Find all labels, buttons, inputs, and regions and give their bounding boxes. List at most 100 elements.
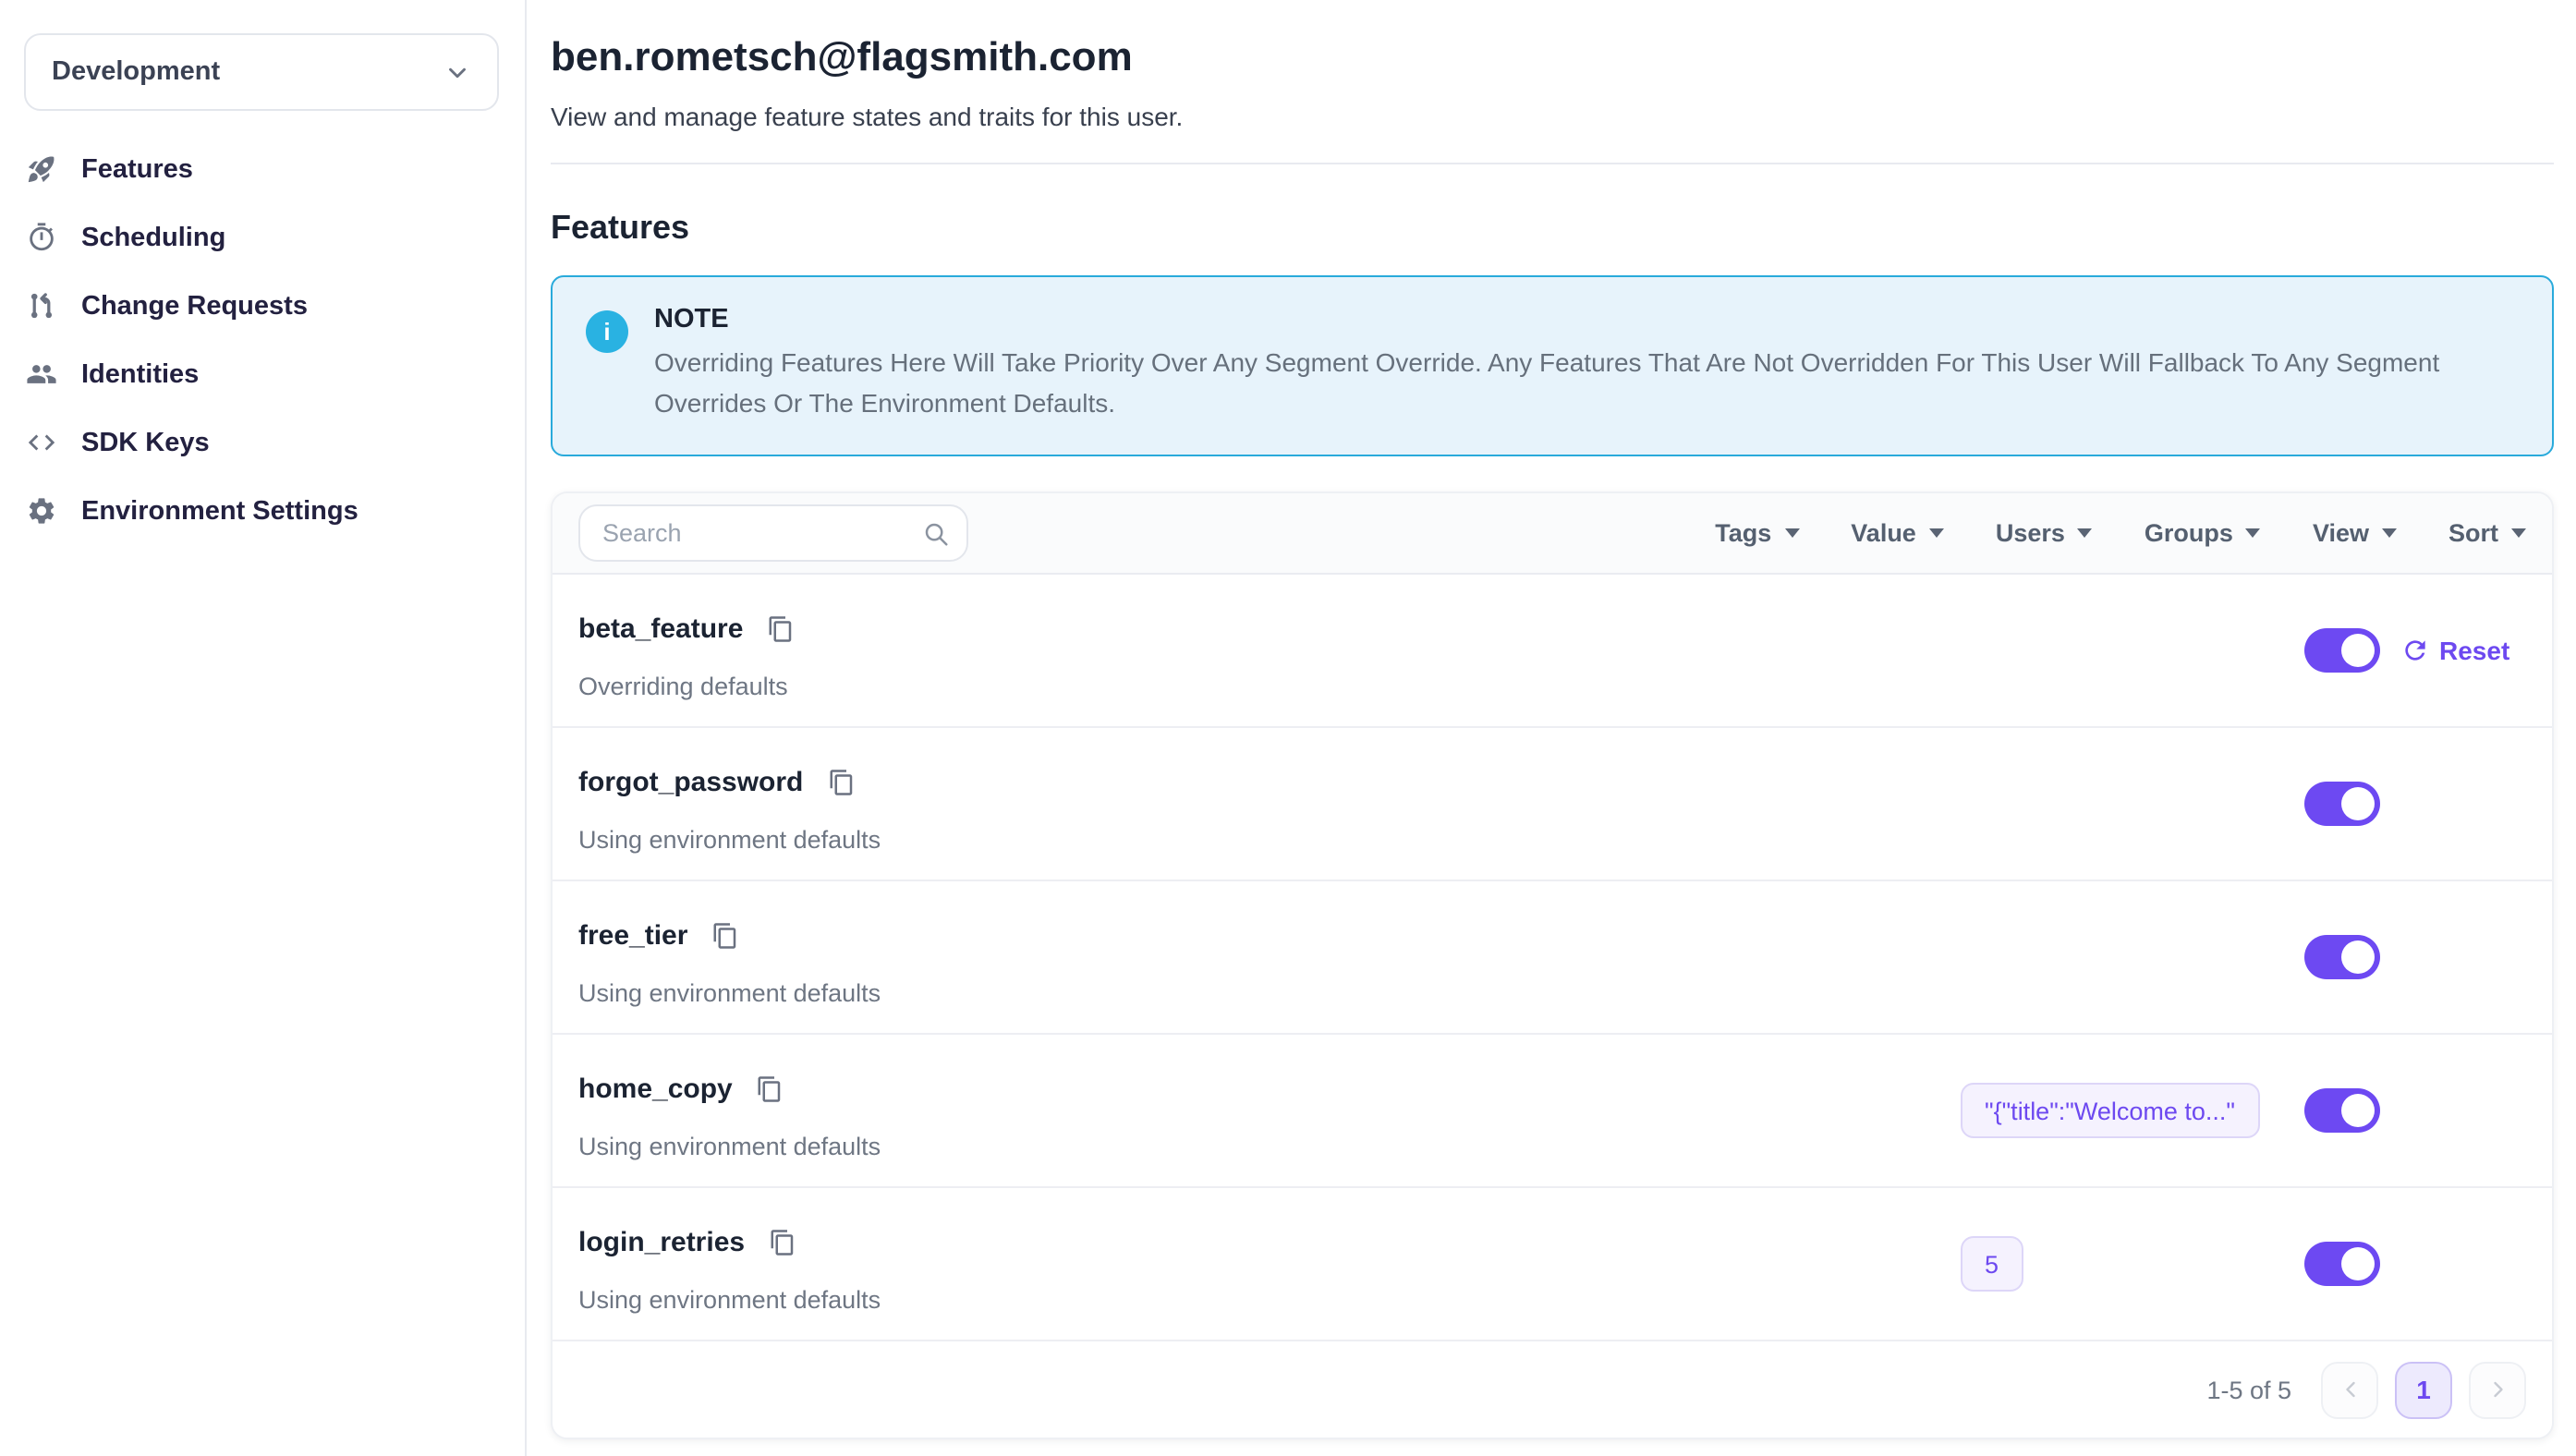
caret-down-icon — [2511, 528, 2526, 538]
toggle-knob — [2341, 787, 2375, 820]
sidebar-nav: Features Scheduling Change Requests — [24, 135, 499, 545]
environment-select[interactable]: Development — [24, 33, 499, 111]
feature-toggle[interactable] — [2304, 935, 2380, 979]
pagination: 1-5 of 5 1 — [553, 1341, 2552, 1438]
pagination-page-1-button[interactable]: 1 — [2395, 1361, 2452, 1418]
filter-label: Value — [1851, 519, 1916, 547]
feature-value-chip[interactable]: "{"title":"Welcome to..." — [1961, 1083, 2259, 1138]
feature-status: Using environment defaults — [578, 826, 881, 854]
feature-status: Using environment defaults — [578, 1286, 881, 1314]
feature-toggle[interactable] — [2304, 628, 2380, 673]
chevron-left-icon — [2337, 1377, 2363, 1402]
features-heading: Features — [551, 209, 2554, 248]
feature-toggle[interactable] — [2304, 1242, 2380, 1286]
sidebar-item-change-requests[interactable]: Change Requests — [24, 272, 499, 340]
sidebar-item-environment-settings[interactable]: Environment Settings — [24, 477, 499, 545]
features-panel: Tags Value Users Groups View Sort beta_f… — [551, 491, 2554, 1439]
caret-down-icon — [1929, 528, 1944, 538]
copy-icon[interactable] — [827, 769, 855, 796]
filter-label: View — [2313, 519, 2369, 547]
filters: Tags Value Users Groups View Sort — [1715, 519, 2526, 547]
toggle-knob — [2341, 1247, 2375, 1280]
feature-name: free_tier — [578, 920, 687, 952]
caret-down-icon — [2382, 528, 2397, 538]
reset-label: Reset — [2439, 636, 2509, 665]
page-title: ben.rometsch@flagsmith.com — [551, 33, 2554, 81]
stopwatch-icon — [24, 221, 57, 254]
sidebar-item-label: Identities — [81, 359, 199, 389]
search-wrap — [578, 504, 968, 562]
note-banner: i NOTE Overriding Features Here Will Tak… — [551, 275, 2554, 456]
filter-label: Sort — [2448, 519, 2498, 547]
feature-name: forgot_password — [578, 767, 803, 798]
sidebar-item-identities[interactable]: Identities — [24, 340, 499, 408]
feature-row-forgot-password[interactable]: forgot_password Using environment defaul… — [553, 728, 2552, 881]
sidebar: Development Features Scheduling — [0, 0, 527, 1456]
sidebar-item-label: Scheduling — [81, 223, 225, 252]
feature-toggle[interactable] — [2304, 782, 2380, 826]
features-toolbar: Tags Value Users Groups View Sort — [553, 493, 2552, 575]
filter-users[interactable]: Users — [1996, 519, 2093, 547]
feature-row-login-retries[interactable]: login_retries Using environment defaults… — [553, 1188, 2552, 1341]
feature-toggle[interactable] — [2304, 1088, 2380, 1133]
feature-status: Using environment defaults — [578, 979, 881, 1007]
copy-icon[interactable] — [767, 615, 795, 643]
feature-name: login_retries — [578, 1227, 745, 1258]
filter-value[interactable]: Value — [1851, 519, 1944, 547]
caret-down-icon — [1784, 528, 1799, 538]
filter-tags[interactable]: Tags — [1715, 519, 1799, 547]
feature-row-free-tier[interactable]: free_tier Using environment defaults — [553, 881, 2552, 1035]
sidebar-item-label: Change Requests — [81, 291, 308, 321]
filter-sort[interactable]: Sort — [2448, 519, 2526, 547]
pagination-range: 1-5 of 5 — [2206, 1376, 2291, 1403]
caret-down-icon — [2078, 528, 2093, 538]
chevron-down-icon — [444, 58, 471, 86]
reset-button[interactable]: Reset — [2400, 636, 2509, 665]
pagination-prev-button[interactable] — [2321, 1361, 2378, 1418]
page-subtitle: View and manage feature states and trait… — [551, 102, 2554, 131]
filter-view[interactable]: View — [2313, 519, 2397, 547]
sidebar-item-label: Features — [81, 154, 193, 184]
people-icon — [24, 358, 57, 391]
gear-icon — [24, 494, 57, 528]
copy-icon[interactable] — [711, 922, 739, 950]
code-icon — [24, 426, 57, 459]
feature-row-home-copy[interactable]: home_copy Using environment defaults "{"… — [553, 1035, 2552, 1188]
copy-icon[interactable] — [769, 1229, 796, 1256]
note-title: NOTE — [654, 305, 2517, 334]
feature-row-beta-feature[interactable]: beta_feature Overriding defaults Reset — [553, 575, 2552, 728]
feature-name: home_copy — [578, 1074, 733, 1105]
toggle-knob — [2341, 634, 2375, 667]
environment-select-value: Development — [52, 57, 220, 87]
sidebar-item-sdk-keys[interactable]: SDK Keys — [24, 408, 499, 477]
pull-request-icon — [24, 289, 57, 322]
filter-label: Tags — [1715, 519, 1771, 547]
app: Development Features Scheduling — [0, 0, 2576, 1456]
toggle-knob — [2341, 1094, 2375, 1127]
main-content: ben.rometsch@flagsmith.com View and mana… — [527, 0, 2576, 1456]
sidebar-item-scheduling[interactable]: Scheduling — [24, 203, 499, 272]
filter-label: Groups — [2145, 519, 2233, 547]
caret-down-icon — [2246, 528, 2261, 538]
divider — [551, 163, 2554, 164]
refresh-icon — [2400, 636, 2430, 665]
feature-value-chip[interactable]: 5 — [1961, 1236, 2023, 1292]
feature-status: Overriding defaults — [578, 673, 788, 700]
note-content: NOTE Overriding Features Here Will Take … — [654, 305, 2517, 423]
filter-label: Users — [1996, 519, 2065, 547]
search-icon — [922, 519, 950, 547]
sidebar-item-label: Environment Settings — [81, 496, 358, 526]
info-icon: i — [586, 310, 628, 353]
sidebar-item-label: SDK Keys — [81, 428, 210, 457]
feature-name: beta_feature — [578, 613, 743, 645]
copy-icon[interactable] — [757, 1075, 784, 1103]
pagination-next-button[interactable] — [2469, 1361, 2526, 1418]
sidebar-item-features[interactable]: Features — [24, 135, 499, 203]
feature-status: Using environment defaults — [578, 1133, 881, 1160]
toggle-knob — [2341, 940, 2375, 974]
note-text: Overriding Features Here Will Take Prior… — [654, 342, 2517, 423]
chevron-right-icon — [2485, 1377, 2510, 1402]
filter-groups[interactable]: Groups — [2145, 519, 2261, 547]
rocket-icon — [24, 152, 57, 186]
search-input[interactable] — [578, 504, 968, 562]
